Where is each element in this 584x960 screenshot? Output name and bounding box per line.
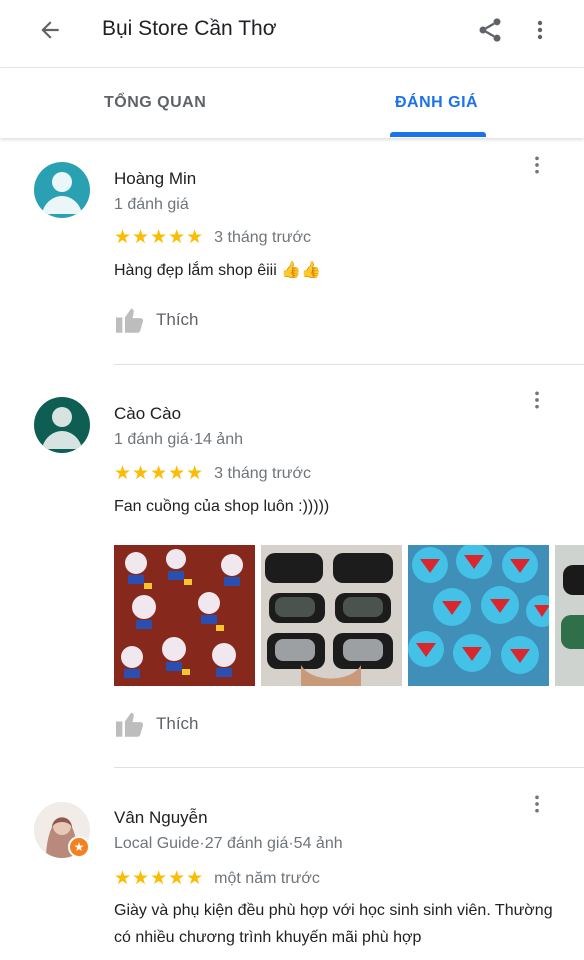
review-time: 3 tháng trước — [214, 464, 311, 482]
app-bar: Bụi Store Cần Thơ — [0, 0, 584, 68]
photo-image — [408, 545, 549, 686]
review-time: 3 tháng trước — [214, 228, 311, 246]
tab-bar: TỔNG QUAN ĐÁNH GIÁ — [0, 68, 584, 138]
like-label: Thích — [156, 714, 199, 733]
review-author[interactable]: Cào Cào — [114, 404, 181, 424]
review-text: Fan cuồng của shop luôn :))))) — [114, 498, 330, 515]
review-meta: 1 đánh giá·14 ảnh — [114, 431, 243, 448]
more-vert-icon — [535, 795, 539, 813]
more-vert-icon — [537, 20, 543, 40]
review-photo[interactable] — [114, 545, 255, 686]
review-options-button[interactable] — [522, 385, 552, 415]
review-meta: Local Guide·27 đánh giá·54 ảnh — [114, 835, 343, 852]
review-photo[interactable] — [408, 545, 549, 686]
more-vert-icon — [535, 156, 539, 174]
star-rating: ★★★★★ — [114, 227, 205, 248]
thumbs-up-icon — [116, 308, 144, 333]
divider — [114, 364, 584, 365]
like-button[interactable]: Thích — [114, 306, 199, 334]
arrow-back-icon — [41, 21, 59, 39]
star-rating: ★★★★★ — [114, 868, 205, 889]
avatar[interactable] — [34, 162, 90, 218]
like-button[interactable]: Thích — [114, 710, 199, 738]
rating-row: ★★★★★ 3 tháng trước — [114, 462, 311, 485]
share-button[interactable] — [470, 10, 510, 50]
tab-overview[interactable]: TỔNG QUAN — [104, 94, 206, 112]
star-rating: ★★★★★ — [114, 463, 205, 484]
avatar[interactable] — [34, 397, 90, 453]
like-label: Thích — [156, 310, 199, 329]
rating-row: ★★★★★ 3 tháng trước — [114, 226, 311, 249]
more-vert-icon — [535, 391, 539, 409]
person-icon — [42, 172, 82, 214]
active-tab-indicator — [390, 132, 486, 137]
more-options-button[interactable] — [520, 10, 560, 50]
photo-image — [555, 545, 584, 686]
review-photo[interactable] — [555, 545, 584, 686]
photo-image — [114, 545, 255, 686]
review-author[interactable]: Hoàng Min — [114, 169, 196, 189]
review-time: một năm trước — [214, 869, 320, 887]
review-photo[interactable] — [261, 545, 402, 686]
back-button[interactable] — [30, 10, 70, 50]
review-photos — [114, 545, 584, 687]
review-options-button[interactable] — [522, 150, 552, 180]
local-guide-badge-icon: ★ — [68, 836, 90, 858]
review-meta: 1 đánh giá — [114, 196, 189, 213]
review-options-button[interactable] — [522, 789, 552, 819]
review-text: Giày và phụ kiện đều phù hợp với học sin… — [114, 902, 553, 946]
review-author[interactable]: Vân Nguyễn — [114, 808, 208, 828]
review-text: Hàng đẹp lắm shop êiii 👍👍 — [114, 262, 322, 279]
rating-row: ★★★★★ một năm trước — [114, 867, 320, 890]
photo-image — [261, 545, 402, 686]
tab-reviews[interactable]: ĐÁNH GIÁ — [395, 94, 478, 112]
divider — [114, 767, 584, 768]
thumbs-up-icon — [116, 712, 144, 737]
page-title: Bụi Store Cần Thơ — [102, 17, 277, 40]
person-icon — [42, 407, 82, 449]
share-icon — [479, 18, 501, 42]
